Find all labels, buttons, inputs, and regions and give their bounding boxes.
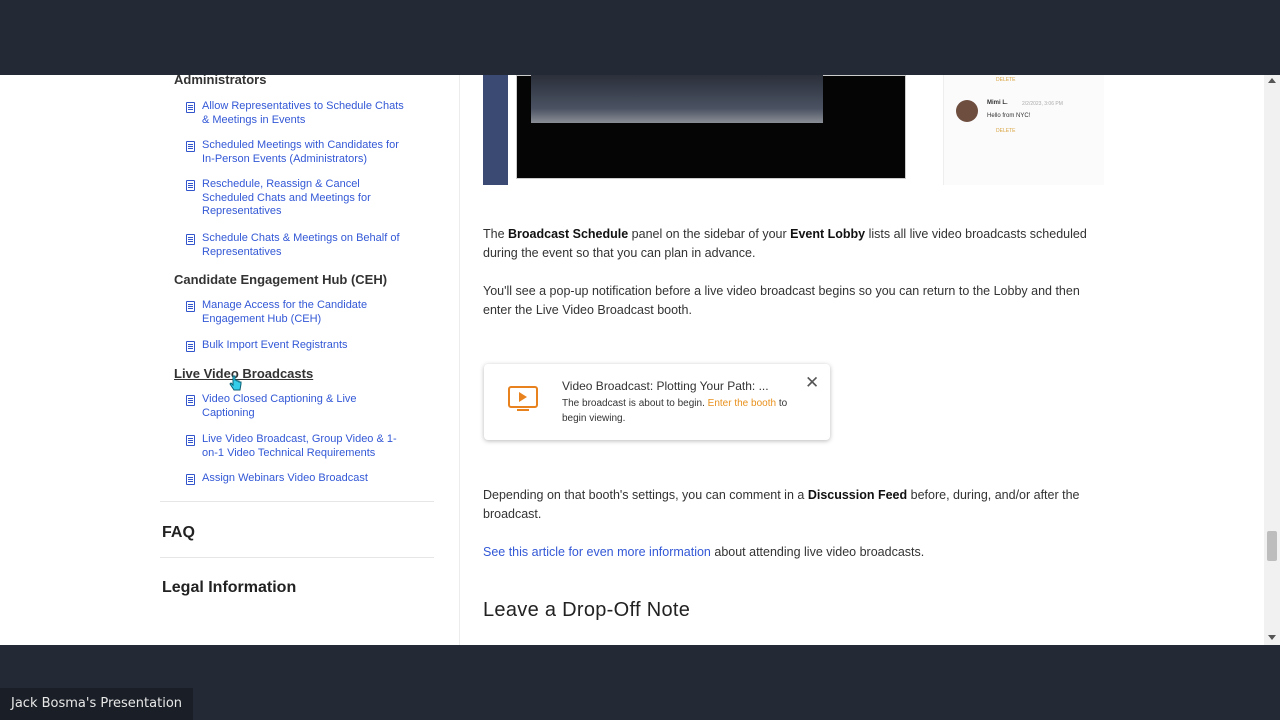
screenshot-video-frame (531, 75, 823, 123)
notification-body: The broadcast is about to begin. Enter t… (562, 398, 788, 424)
section-heading-drop-off-note: Leave a Drop-Off Note (483, 599, 691, 621)
sidebar-item-technical-requirements[interactable]: Live Video Broadcast, Group Video & 1-on… (186, 433, 406, 460)
sidebar-item-label[interactable]: Live Video Broadcast, Group Video & 1-on… (202, 433, 406, 460)
screenshot-chat-panel: DELETE Mimi L. 2/2/2023, 3:06 PM Hello f… (943, 75, 1104, 185)
sidebar-item-label[interactable]: Assign Webinars Video Broadcast (202, 472, 368, 486)
paragraph-see-article: See this article for even more informati… (483, 545, 925, 559)
sidebar-item-label[interactable]: Scheduled Meetings with Candidates for I… (202, 139, 406, 166)
column-divider (459, 75, 460, 645)
section-heading-administrators: Administrators (174, 75, 267, 87)
sidebar-item-closed-captioning[interactable]: Video Closed Captioning & Live Captionin… (186, 393, 406, 420)
document-icon (186, 395, 195, 406)
paragraph-popup-notification: You'll see a pop-up notification before … (483, 284, 1080, 317)
legal-information-heading[interactable]: Legal Information (162, 579, 296, 597)
chat-author: Mimi L. (987, 100, 1008, 106)
sidebar-item-assign-webinars[interactable]: Assign Webinars Video Broadcast (186, 472, 406, 486)
document-icon (186, 474, 195, 485)
sidebar-item-manage-access[interactable]: Manage Access for the Candidate Engageme… (186, 299, 406, 326)
document-icon (186, 234, 195, 245)
sidebar-item-reschedule[interactable]: Reschedule, Reassign & Cancel Scheduled … (186, 178, 406, 219)
sidebar-item-label[interactable]: Allow Representatives to Schedule Chats … (202, 100, 406, 127)
sidebar-item-schedule-on-behalf[interactable]: Schedule Chats & Meetings on Behalf of R… (186, 232, 406, 259)
avatar (956, 100, 978, 122)
enter-booth-link[interactable]: Enter the booth (708, 398, 776, 409)
document-icon (186, 180, 195, 191)
divider (160, 501, 434, 502)
section-heading-live-video[interactable]: Live Video Broadcasts (174, 366, 313, 381)
close-icon[interactable]: ✕ (805, 373, 819, 393)
chat-delete-label: DELETE (996, 77, 1016, 83)
chat-delete-label: DELETE (996, 128, 1016, 134)
scroll-up-arrow-icon[interactable] (1268, 78, 1276, 83)
sidebar-item-label[interactable]: Manage Access for the Candidate Engageme… (202, 299, 406, 326)
screenshot-sidebar-strip (483, 75, 508, 185)
page-scrollbar[interactable] (1264, 75, 1280, 645)
scroll-down-arrow-icon[interactable] (1268, 635, 1276, 640)
document-icon (186, 102, 195, 113)
shared-screen-viewport: Administrators Allow Representatives to … (0, 75, 1280, 645)
sidebar-item-label[interactable]: Schedule Chats & Meetings on Behalf of R… (202, 232, 406, 259)
chat-timestamp: 2/2/2023, 3:06 PM (1022, 101, 1063, 107)
paragraph-discussion-feed: Depending on that booth's settings, you … (483, 488, 1080, 521)
sidebar-item-label[interactable]: Bulk Import Event Registrants (202, 339, 348, 353)
sidebar-item-label[interactable]: Reschedule, Reassign & Cancel Scheduled … (202, 178, 406, 219)
document-icon (186, 435, 195, 446)
notification-title: Video Broadcast: Plotting Your Path: ... (562, 379, 769, 393)
presenter-label: Jack Bosma's Presentation (0, 688, 194, 720)
chat-message: Hello from NYC! (987, 113, 1031, 119)
section-heading-ceh: Candidate Engagement Hub (CEH) (174, 272, 388, 287)
scrollbar-thumb[interactable] (1267, 531, 1277, 561)
document-icon (186, 301, 195, 312)
sidebar-nav: Administrators Allow Representatives to … (160, 75, 436, 645)
video-broadcast-icon-base (517, 409, 529, 411)
see-article-link[interactable]: See this article for even more informati… (483, 545, 711, 559)
document-icon (186, 141, 195, 152)
sidebar-item-scheduled-meetings[interactable]: Scheduled Meetings with Candidates for I… (186, 139, 406, 166)
divider (160, 557, 434, 558)
faq-heading[interactable]: FAQ (162, 524, 195, 542)
meeting-top-bar (0, 0, 1280, 75)
embedded-screenshot: DELETE Mimi L. 2/2/2023, 3:06 PM Hello f… (483, 75, 1108, 185)
sidebar-item-bulk-import[interactable]: Bulk Import Event Registrants (186, 339, 406, 353)
document-icon (186, 341, 195, 352)
paragraph-broadcast-schedule: The Broadcast Schedule panel on the side… (483, 227, 1087, 260)
video-broadcast-icon (508, 386, 538, 408)
sidebar-item-allow-representatives[interactable]: Allow Representatives to Schedule Chats … (186, 100, 406, 127)
hand-cursor-icon (229, 375, 243, 398)
broadcast-notification-card: Video Broadcast: Plotting Your Path: ...… (484, 364, 830, 440)
